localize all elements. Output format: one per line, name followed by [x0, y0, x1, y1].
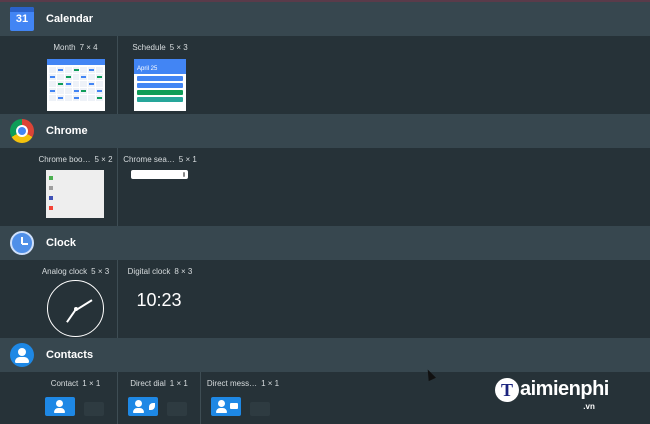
widget-label: Direct mess… 1 × 1 [206, 379, 280, 388]
widget-label: Schedule 5 × 3 [132, 43, 188, 52]
ghost-preview [167, 402, 187, 416]
section-title: Clock [46, 237, 76, 249]
section-clock: Clock Analog clock 5 × 3 Digital clock 8 ×… [0, 226, 650, 338]
month-widget-preview [47, 59, 105, 111]
section-title: Calendar [46, 13, 94, 25]
section-header-clock[interactable]: Clock [0, 226, 650, 260]
analog-clock-preview [47, 280, 104, 337]
widget-chrome-search[interactable]: Chrome sea… 5 × 1 [118, 148, 202, 226]
widget-label: Month 7 × 4 [53, 43, 98, 52]
schedule-date: April 25 [137, 66, 158, 72]
widget-label: Chrome boo… 5 × 2 [38, 155, 113, 164]
watermark: T aimienphi .vn [495, 378, 609, 411]
section-title: Contacts [46, 349, 94, 361]
mic-icon [183, 172, 185, 177]
contact-shortcut-preview [45, 397, 75, 416]
search-widget-preview [131, 170, 188, 179]
widget-label: Digital clock 8 × 3 [127, 267, 193, 276]
ghost-preview [84, 402, 104, 416]
digital-clock-preview: 10:23 [131, 290, 187, 314]
section-calendar: 31 Calendar Month 7 × 4 Schedule 5 × 3 A… [0, 2, 650, 114]
widget-label: Chrome sea… 5 × 1 [123, 155, 197, 164]
section-title: Chrome [46, 125, 88, 137]
section-chrome: Chrome Chrome boo… 5 × 2 Chrome sea… 5 × 1 [0, 114, 650, 226]
phone-icon [149, 403, 155, 410]
message-icon [230, 403, 238, 409]
section-header-calendar[interactable]: 31 Calendar [0, 2, 650, 36]
direct-message-preview [211, 397, 241, 416]
digital-time: 10:23 [136, 290, 182, 310]
calendar-icon: 31 [10, 7, 34, 31]
schedule-widget-preview: April 25 [134, 59, 186, 111]
widget-label: Direct dial 1 × 1 [130, 379, 188, 388]
widget-label: Contact 1 × 1 [50, 379, 101, 388]
widget-label: Analog clock 5 × 3 [41, 267, 110, 276]
bookmarks-widget-preview [46, 170, 104, 218]
calendar-icon-number: 31 [15, 13, 29, 25]
ghost-preview [250, 402, 270, 416]
watermark-logo: T [495, 378, 519, 402]
section-header-contacts[interactable]: Contacts [0, 338, 650, 372]
person-icon [10, 343, 34, 367]
section-header-chrome[interactable]: Chrome [0, 114, 650, 148]
chrome-icon [10, 119, 34, 143]
clock-icon [10, 231, 34, 255]
direct-dial-preview [128, 397, 158, 416]
watermark-suffix: .vn [583, 402, 595, 411]
watermark-text: aimienphi [520, 378, 609, 400]
